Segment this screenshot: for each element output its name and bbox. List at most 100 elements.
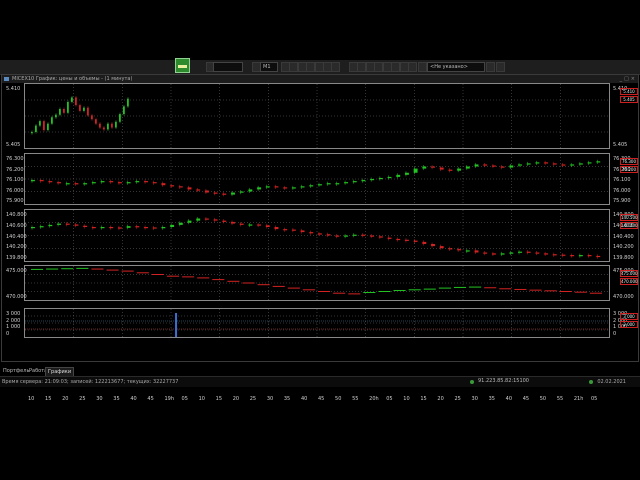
time-tick-label: 55: [556, 396, 564, 402]
series-point: [272, 285, 285, 287]
timeframe-select[interactable]: M1: [260, 62, 278, 72]
y-tick-label: 140.400: [613, 233, 634, 240]
series-point: [393, 289, 406, 291]
y-tick-label: 475.000: [6, 268, 27, 274]
time-tick-label: 15: [420, 396, 427, 402]
main-toolbar: M1 <Не указано>: [0, 60, 640, 75]
candle-body: [103, 127, 105, 130]
y-tick-label: 470.000: [613, 294, 634, 300]
candle-body: [196, 189, 201, 191]
price-flag: 5.405: [620, 96, 638, 103]
candle-body: [326, 234, 331, 236]
candle-body: [178, 222, 183, 225]
search-field[interactable]: [213, 62, 243, 72]
candle-body: [39, 121, 41, 126]
candle-body: [248, 189, 253, 192]
terminal-logo-icon[interactable]: [175, 58, 190, 73]
chart-panel-4[interactable]: [24, 265, 610, 301]
time-tick-label: 10: [403, 396, 410, 402]
maximize-icon[interactable]: □: [624, 76, 629, 82]
series-point: [106, 269, 119, 271]
close-icon[interactable]: ×: [631, 76, 635, 82]
candle-body: [378, 177, 383, 180]
candle-body: [413, 168, 418, 173]
candle-body: [587, 255, 592, 257]
line-icon[interactable]: [374, 62, 383, 72]
candle-body: [196, 218, 201, 221]
candle-body: [126, 226, 131, 228]
series-point: [559, 291, 572, 292]
time-tick-label: 45: [522, 396, 530, 402]
window-controls: _ □ ×: [618, 76, 635, 82]
save-icon[interactable]: [408, 62, 417, 72]
refresh-icon[interactable]: [496, 62, 505, 72]
minimize-icon[interactable]: _: [620, 76, 623, 82]
settings-icon[interactable]: [391, 62, 400, 72]
candle-body: [396, 238, 401, 241]
candle-body: [100, 227, 105, 229]
time-tick-label: 20h: [369, 396, 379, 402]
candle-body: [544, 253, 549, 255]
candle-body: [491, 165, 496, 167]
candle-body: [117, 227, 122, 229]
zoom-icon[interactable]: [306, 62, 315, 72]
candle-body: [404, 239, 409, 241]
candle-body: [43, 121, 45, 131]
candle-body: [361, 234, 366, 236]
candle-body: [352, 234, 357, 236]
chart-panel-3[interactable]: [24, 209, 610, 262]
candle-body: [309, 185, 314, 187]
chart-panel-1[interactable]: [24, 83, 610, 149]
line-series: [31, 267, 602, 295]
chart-panel-2[interactable]: [24, 153, 610, 205]
candle-body: [51, 117, 53, 124]
series-point: [363, 292, 376, 294]
candle-body: [518, 251, 522, 253]
candle-body: [291, 229, 296, 231]
series-point: [31, 268, 44, 270]
price-flag: 140.500: [620, 214, 638, 221]
candle-body: [335, 183, 340, 185]
candle-body: [59, 108, 61, 115]
chart-grid: [25, 84, 609, 148]
chart-panel-5[interactable]: [24, 308, 610, 338]
candle-body: [570, 164, 575, 166]
tab-charts[interactable]: Графики: [45, 367, 75, 376]
chart-grid: [25, 266, 609, 300]
server-address: 91.223.85.82:15100: [478, 378, 529, 384]
series-point: [484, 287, 497, 289]
time-tick-label: 35: [283, 396, 291, 402]
candle-body: [170, 224, 175, 227]
candle-body: [48, 181, 53, 183]
price-flag: 76.300: [620, 158, 638, 165]
candle-body: [526, 163, 531, 165]
time-tick-label: 40: [505, 396, 513, 402]
series-point: [453, 286, 467, 288]
candle-body: [283, 229, 288, 231]
time-tick-label: 40: [130, 396, 137, 402]
candle-body: [535, 162, 540, 164]
candle-body: [119, 114, 121, 122]
y-tick-label: 75.900: [613, 198, 631, 204]
y-tick-label: 140.200: [6, 244, 27, 251]
zoom-out-button[interactable]: [289, 62, 298, 72]
y-tick-label: 0: [6, 331, 10, 337]
candle-body: [74, 183, 79, 185]
filter-select[interactable]: <Не указано>: [427, 62, 485, 72]
candle-body: [83, 225, 88, 227]
filter-icon[interactable]: [418, 62, 427, 72]
chevron-down-icon[interactable]: [486, 62, 495, 72]
candle-body: [448, 248, 453, 250]
candle-body: [57, 182, 62, 184]
brush-icon[interactable]: [331, 62, 340, 72]
candle-body: [213, 192, 218, 194]
series-point: [166, 275, 180, 277]
candle-body: [596, 255, 601, 258]
series-point: [151, 274, 164, 275]
series-point: [212, 279, 225, 281]
price-flag: 470.000: [620, 278, 638, 285]
candles-icon[interactable]: [357, 62, 366, 72]
series-point: [574, 291, 587, 293]
online-icon: [589, 380, 593, 384]
candle-body: [222, 220, 227, 222]
